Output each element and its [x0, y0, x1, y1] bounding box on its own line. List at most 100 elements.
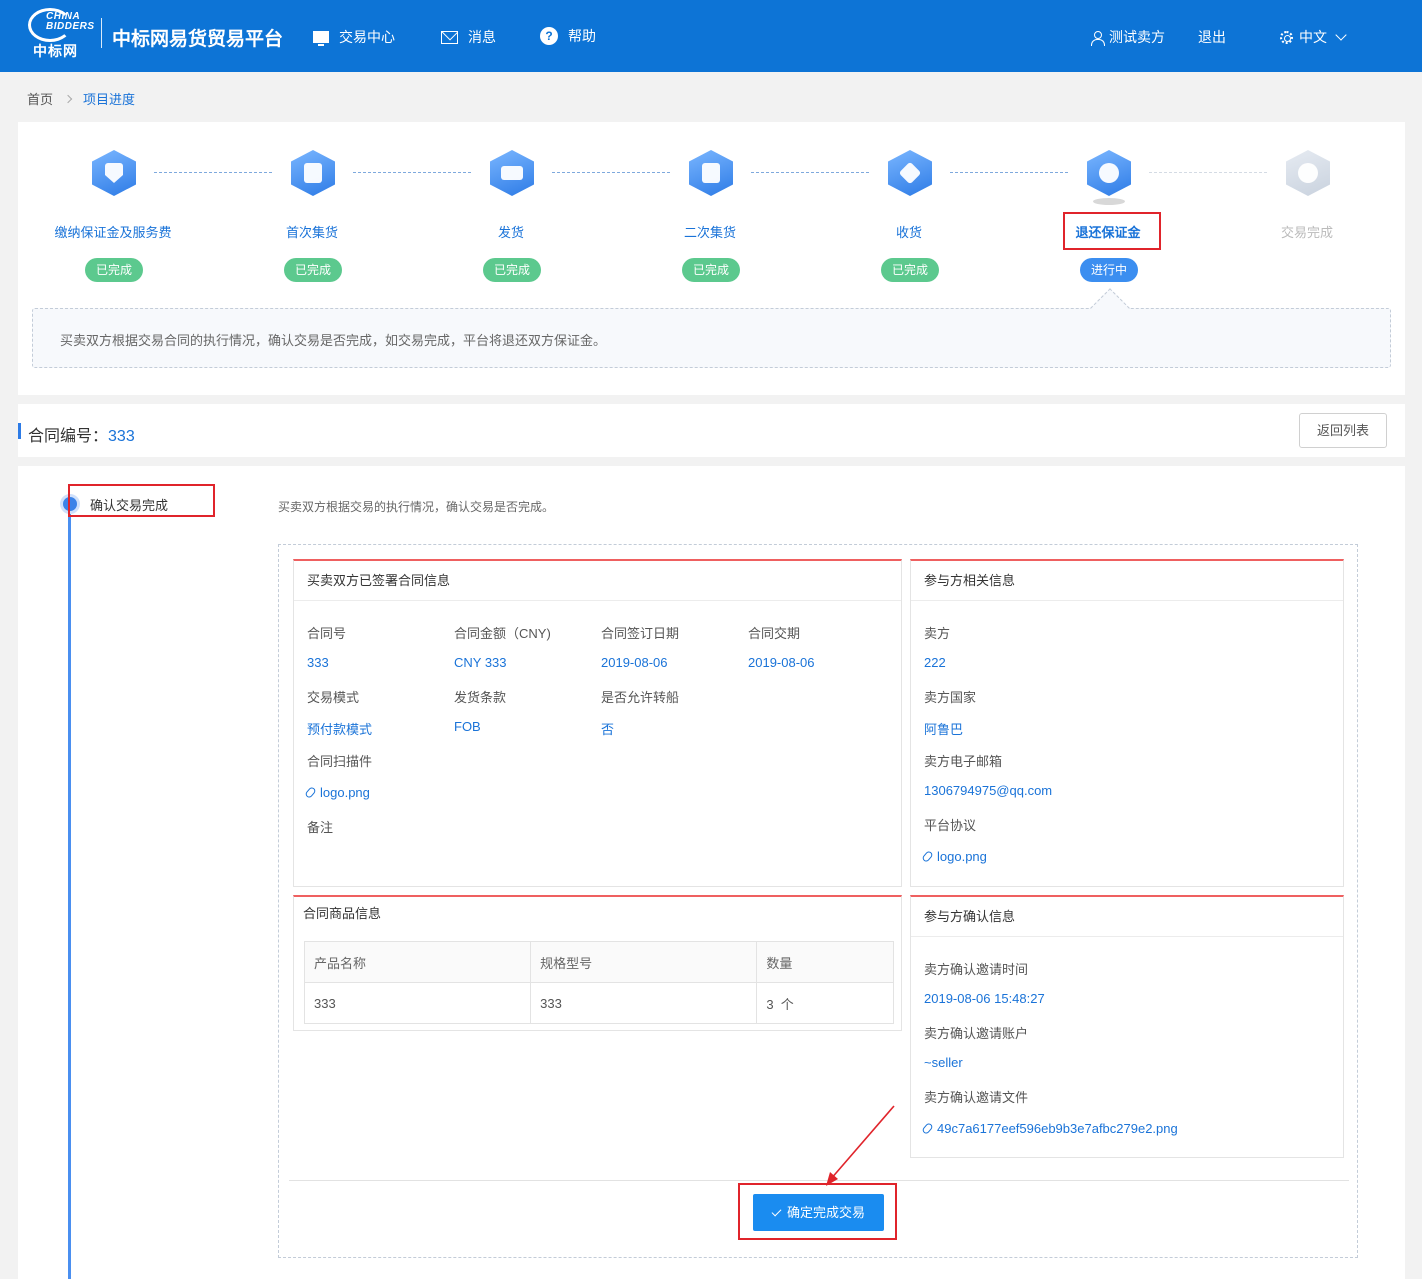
step-info-text: 买卖双方根据交易合同的执行情况，确认交易是否完成，如交易完成，平台将退还双方保证… — [60, 333, 607, 348]
field-value: 预付款模式 — [307, 722, 373, 737]
field-value: 2019-08-06 — [601, 655, 668, 670]
logo-english: CHINA BIDDERS — [46, 11, 95, 32]
field-value: 2019-08-06 15:48:27 — [924, 991, 1045, 1006]
nav-help-label: 帮助 — [568, 28, 596, 44]
section-marker — [18, 423, 21, 439]
breadcrumb-home[interactable]: 首页 — [27, 89, 53, 108]
step-label: 发货 — [497, 225, 524, 240]
step-connector — [154, 172, 272, 173]
phase-detail-box: 买卖双方已签署合同信息 合同号 333 合同金额（CNY) CNY 333 合同… — [278, 544, 1358, 1258]
table-cell: 3 个 — [756, 982, 894, 1024]
table-cell: 333 — [303, 982, 532, 1024]
field-label: 卖方确认邀请文件 — [924, 1090, 1029, 1105]
field-value: ~seller — [924, 1055, 963, 1070]
agreement-file-link[interactable]: logo.png — [921, 849, 987, 864]
divider — [289, 1180, 1349, 1181]
chevron-down-icon — [1335, 28, 1347, 41]
field-label: 卖方电子邮箱 — [924, 754, 1003, 769]
logo[interactable]: CHINA BIDDERS 中标网 — [28, 6, 94, 59]
field-value: 阿鲁巴 — [924, 722, 964, 737]
refund-icon — [1087, 150, 1131, 196]
step-info-box: 买卖双方根据交易合同的执行情况，确认交易是否完成，如交易完成，平台将退还双方保证… — [32, 308, 1391, 368]
field-value: 1306794975@qq.com — [924, 783, 1053, 798]
help-icon: ? — [540, 27, 558, 45]
field-label: 合同签订日期 — [601, 626, 680, 641]
card-title: 合同商品信息 — [303, 906, 382, 921]
language-select[interactable]: 中文 — [1280, 27, 1347, 47]
field-label: 合同扫描件 — [307, 754, 373, 769]
highlight-box — [1063, 212, 1161, 250]
step-label: 交易完成 — [1280, 225, 1333, 240]
status-badge: 已完成 — [881, 258, 939, 282]
language-label: 中文 — [1299, 29, 1327, 45]
step-label: 收货 — [895, 225, 922, 240]
step-connector — [552, 172, 670, 173]
package-check-icon — [888, 150, 932, 196]
step-label: 首次集货 — [285, 225, 338, 240]
logout-link[interactable]: 退出 — [1198, 27, 1226, 47]
contract-number: 333 — [108, 428, 135, 445]
file-name: 49c7a6177eef596eb9b3e7afbc279e2.png — [937, 1121, 1178, 1136]
main-content: 确认交易完成 买卖双方根据交易的执行情况，确认交易是否完成。 买卖双方已签署合同… — [18, 466, 1405, 1279]
table-header-row: 产品名称 规格型号 数量 — [303, 941, 894, 983]
user-icon — [1091, 30, 1105, 46]
field-label: 备注 — [307, 820, 334, 835]
field-label: 平台协议 — [924, 818, 977, 833]
field-label: 是否允许转船 — [601, 690, 680, 705]
field-label: 卖方确认邀请账户 — [924, 1026, 1029, 1041]
field-label: 卖方确认邀请时间 — [924, 962, 1029, 977]
gear-icon — [1280, 30, 1293, 44]
step-label: 二次集货 — [683, 225, 736, 240]
user-menu[interactable]: 测试卖方 — [1091, 27, 1165, 47]
highlight-box — [738, 1183, 897, 1240]
site-title: 中标网易货贸易平台 — [112, 29, 284, 50]
field-label: 合同金额（CNY) — [454, 626, 551, 641]
logout-label: 退出 — [1198, 29, 1226, 45]
step-label: 缴纳保证金及服务费 — [54, 225, 172, 240]
field-label: 合同号 — [307, 626, 347, 641]
nav-trade-center[interactable]: 交易中心 — [313, 27, 395, 47]
paperclip-icon — [304, 786, 317, 799]
field-value: 2019-08-06 — [748, 655, 815, 670]
field-label: 交易模式 — [307, 690, 360, 705]
table-cell: 333 — [530, 982, 758, 1024]
scan-file-link[interactable]: logo.png — [304, 785, 370, 800]
nav-help[interactable]: ? 帮助 — [540, 26, 596, 46]
nav-messages[interactable]: 消息 — [441, 27, 496, 47]
box-icon — [291, 150, 335, 196]
step-connector — [1149, 172, 1267, 173]
breadcrumb: 首页 项目进度 — [27, 89, 135, 108]
column-header: 规格型号 — [530, 941, 758, 983]
paperclip-icon — [921, 850, 934, 863]
table-row: 333 333 3 个 — [303, 982, 894, 1024]
logo-divider — [101, 18, 102, 48]
field-label: 卖方 — [924, 626, 951, 641]
user-name: 测试卖方 — [1109, 29, 1165, 45]
status-badge: 进行中 — [1080, 258, 1138, 282]
progress-steps-panel: 缴纳保证金及服务费 已完成 首次集货 已完成 发货 已完成 二次集货 已完成 收… — [18, 122, 1405, 395]
timeline-line — [68, 506, 71, 1279]
confirm-file-link[interactable]: 49c7a6177eef596eb9b3e7afbc279e2.png — [921, 1121, 1178, 1136]
column-header: 数量 — [756, 941, 894, 983]
step-connector — [950, 172, 1068, 173]
field-value: 222 — [924, 655, 946, 670]
check-icon — [1286, 150, 1330, 196]
nav-trade-center-label: 交易中心 — [339, 29, 395, 45]
status-badge: 已完成 — [682, 258, 740, 282]
card-title: 参与方相关信息 — [911, 561, 1343, 601]
back-to-list-button[interactable]: 返回列表 — [1299, 413, 1387, 448]
highlight-box — [68, 484, 215, 517]
step-connector — [353, 172, 471, 173]
monitor-icon — [313, 31, 329, 46]
annotation-arrow — [826, 1105, 895, 1186]
goods-table: 产品名称 规格型号 数量 333 333 3 个 — [303, 941, 894, 1024]
status-badge: 已完成 — [483, 258, 541, 282]
field-label: 发货条款 — [454, 690, 507, 705]
file-name: logo.png — [320, 785, 370, 800]
box-icon — [689, 150, 733, 196]
shield-yen-icon — [92, 150, 136, 196]
mail-icon — [441, 30, 458, 44]
chevron-right-icon — [63, 94, 73, 103]
confirm-info-card: 参与方确认信息 卖方确认邀请时间 2019-08-06 15:48:27 卖方确… — [910, 895, 1344, 1158]
field-value: 否 — [601, 722, 615, 737]
